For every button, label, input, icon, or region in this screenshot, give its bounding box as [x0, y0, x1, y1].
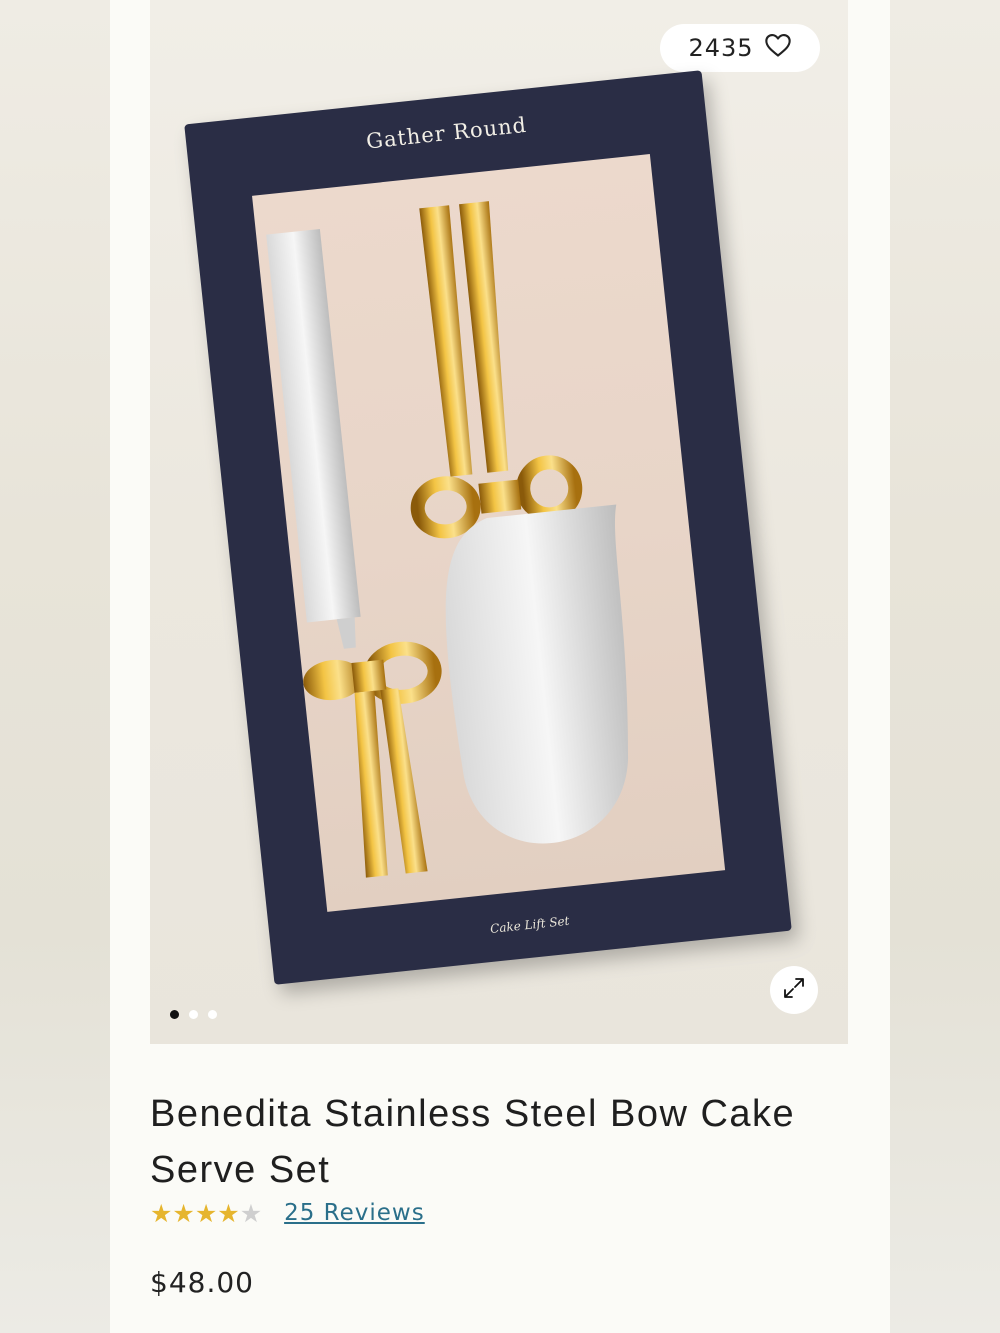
star-icon: ★ [150, 1198, 173, 1228]
product-card: 2435 Gather Round Cake Lift Set Benedita… [110, 0, 890, 1333]
product-photo: Gather Round Cake Lift Set [184, 70, 792, 985]
carousel-dots [170, 1010, 217, 1019]
background-left [0, 0, 110, 1333]
star-icon: ★ [239, 1198, 263, 1228]
expand-arrows-icon [781, 975, 807, 1005]
cake-knife [266, 228, 442, 878]
star-rating: ★ ★ ★ ★ ★ [150, 1201, 262, 1226]
star-icon: ★ [217, 1198, 240, 1228]
product-title: Benedita Stainless Steel Bow Cake Serve … [150, 1093, 796, 1191]
carousel-dot-1[interactable] [170, 1010, 179, 1019]
heart-outline-icon [764, 32, 792, 64]
cake-lifter [410, 201, 629, 844]
star-icon: ★ [194, 1198, 218, 1228]
like-count: 2435 [688, 34, 754, 62]
rating-row: ★ ★ ★ ★ ★ 25 Reviews [150, 1200, 425, 1226]
carousel-dot-2[interactable] [189, 1010, 198, 1019]
carousel-dot-3[interactable] [208, 1010, 217, 1019]
product-image-carousel[interactable]: 2435 Gather Round Cake Lift Set [150, 0, 848, 1044]
background-right [890, 0, 1000, 1333]
box-window [252, 154, 726, 912]
reviews-link[interactable]: 25 Reviews [284, 1200, 425, 1226]
product-price: $48.00 [150, 1266, 254, 1299]
like-button[interactable]: 2435 [660, 24, 820, 72]
expand-button[interactable] [770, 966, 818, 1014]
star-icon: ★ [172, 1198, 195, 1228]
